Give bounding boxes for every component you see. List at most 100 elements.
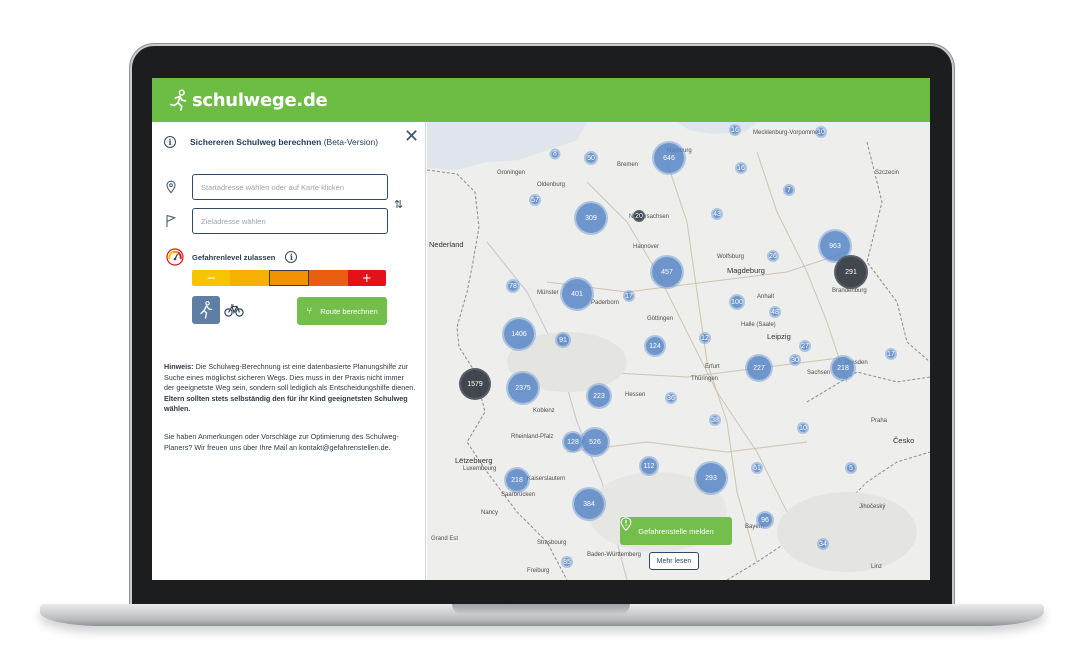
start-address-input[interactable] xyxy=(192,174,388,200)
place-label: Erfurt xyxy=(705,364,720,370)
close-icon[interactable]: ✕ xyxy=(404,128,419,146)
route-icon: ⑂ xyxy=(306,305,313,317)
cluster-marker[interactable]: 91 xyxy=(555,332,571,348)
route-calculate-button[interactable]: ⑂ Route berechnen xyxy=(297,297,387,325)
cluster-marker[interactable]: 36 xyxy=(665,392,677,404)
danger-level-1-minus[interactable]: − xyxy=(192,270,231,286)
cluster-marker[interactable]: 526 xyxy=(580,427,610,457)
cluster-marker[interactable]: 57 xyxy=(529,194,541,206)
place-label: Praha xyxy=(871,418,888,424)
place-label: Szczecin xyxy=(875,170,900,176)
cluster-marker[interactable]: 5 xyxy=(845,462,857,474)
cluster-marker[interactable]: 291 xyxy=(834,255,868,289)
gauge-icon xyxy=(166,248,184,266)
danger-info-icon[interactable]: i xyxy=(285,251,298,263)
danger-level-slider[interactable]: − + xyxy=(192,270,386,286)
cluster-marker[interactable]: 10 xyxy=(815,126,827,138)
logo-text: schulwege.de xyxy=(192,89,328,111)
place-label: Göttingen xyxy=(647,316,674,322)
place-label: Rheinland-Pfalz xyxy=(511,434,554,440)
cluster-marker[interactable]: 48 xyxy=(769,306,781,318)
cluster-marker[interactable]: 457 xyxy=(650,255,684,289)
place-label: Magdeburg xyxy=(727,266,765,275)
cluster-marker[interactable]: 61 xyxy=(751,462,763,474)
cluster-marker[interactable]: 293 xyxy=(694,461,728,495)
walk-mode-button[interactable] xyxy=(192,296,220,324)
cluster-marker[interactable]: 218 xyxy=(504,467,530,493)
cluster-marker[interactable]: 20 xyxy=(633,210,645,222)
cluster-marker[interactable]: 17 xyxy=(885,348,897,360)
cluster-marker[interactable]: 2375 xyxy=(506,371,540,405)
cluster-marker[interactable]: 227 xyxy=(745,354,773,382)
bike-mode-icon[interactable] xyxy=(224,302,244,318)
place-label: Anhalt xyxy=(757,294,775,300)
cluster-marker[interactable]: 16 xyxy=(735,162,747,174)
cluster-marker[interactable]: 646 xyxy=(652,141,686,175)
cluster-marker[interactable]: 30 xyxy=(789,354,801,366)
danger-level-5-plus[interactable]: + xyxy=(347,270,386,286)
cluster-marker[interactable]: 100 xyxy=(729,294,745,310)
read-more-button[interactable]: Mehr lesen xyxy=(649,552,699,570)
cluster-marker[interactable]: 34 xyxy=(817,538,829,550)
route-panel: i Sichereren Schulweg berechnen (Beta-Ve… xyxy=(152,122,426,580)
danger-level-2[interactable] xyxy=(230,270,269,286)
swap-icon[interactable]: ⇅ xyxy=(394,198,403,211)
cluster-marker[interactable]: 85 xyxy=(561,556,573,568)
place-label: Hessen xyxy=(625,392,646,398)
map[interactable]: Groningen Oldenburg Bremen Hamburg Niede… xyxy=(427,122,930,580)
place-label: Groningen xyxy=(497,170,526,176)
cluster-marker[interactable]: 8 xyxy=(549,148,561,160)
cluster-marker[interactable]: 78 xyxy=(506,279,520,293)
cluster-marker[interactable]: 12 xyxy=(699,332,711,344)
cluster-marker[interactable]: 112 xyxy=(639,456,659,476)
cluster-marker[interactable]: 384 xyxy=(572,487,606,521)
place-label: Halle (Saale) xyxy=(741,322,776,328)
report-hazard-button[interactable]: Gefahrenstelle melden xyxy=(620,517,732,545)
place-label: Linz xyxy=(871,564,883,570)
runner-logo-icon xyxy=(169,89,187,111)
cluster-marker[interactable]: 96 xyxy=(756,511,774,529)
cluster-marker[interactable]: 401 xyxy=(560,277,594,311)
hint-label: Hinweis: xyxy=(164,362,194,371)
place-label: Nancy xyxy=(481,510,499,516)
place-label: Strasbourg xyxy=(537,540,567,546)
place-label: Jihočeský xyxy=(859,504,886,510)
cluster-marker[interactable]: 43 xyxy=(711,208,723,220)
place-label: Hannover xyxy=(633,244,660,250)
laptop-notch xyxy=(452,604,630,614)
cluster-marker[interactable]: 1579 xyxy=(459,368,491,400)
place-label: Lëtzebuerg xyxy=(455,456,493,465)
report-button-label: Gefahrenstelle melden xyxy=(638,526,714,536)
cluster-marker[interactable]: 7 xyxy=(783,184,795,196)
danger-level-row: Gefahrenlevel zulassen i xyxy=(166,248,298,266)
info-icon[interactable]: i xyxy=(164,136,176,148)
cluster-marker[interactable]: 16 xyxy=(729,124,741,136)
hint-bold: Eltern sollten stets selbständig den für… xyxy=(164,393,408,414)
cluster-marker[interactable]: 17 xyxy=(623,290,635,302)
danger-level-label: Gefahrenlevel zulassen xyxy=(192,252,276,262)
screen: schulwege.de i Sichereren Schulweg berec… xyxy=(152,78,930,580)
cluster-marker[interactable]: 1406 xyxy=(502,317,536,351)
cluster-marker[interactable]: 309 xyxy=(574,201,608,235)
place-label: Koblenz xyxy=(533,408,555,414)
cluster-marker[interactable]: 223 xyxy=(586,383,612,409)
danger-level-4[interactable] xyxy=(309,270,348,286)
flag-icon xyxy=(166,214,176,227)
map-base xyxy=(427,122,930,580)
cluster-marker[interactable]: 27 xyxy=(799,340,811,352)
panel-title: Sichereren Schulweg berechnen (Beta-Vers… xyxy=(190,137,378,147)
place-label: Leipzig xyxy=(767,332,791,341)
logo[interactable]: schulwege.de xyxy=(168,89,328,111)
cluster-marker[interactable]: 218 xyxy=(830,355,856,381)
place-label: Česko xyxy=(893,436,915,445)
cluster-marker[interactable]: 124 xyxy=(644,335,666,357)
cluster-marker[interactable]: 10 xyxy=(797,422,809,434)
cluster-marker[interactable]: 50 xyxy=(584,151,598,165)
place-label: Baden-Württemberg xyxy=(587,552,642,558)
place-label: Paderborn xyxy=(591,300,620,306)
place-label: Bremen xyxy=(617,162,639,168)
target-address-input[interactable] xyxy=(192,208,388,234)
cluster-marker[interactable]: 38 xyxy=(709,414,721,426)
cluster-marker[interactable]: 26 xyxy=(767,250,779,262)
danger-level-3-selected[interactable] xyxy=(268,270,310,286)
